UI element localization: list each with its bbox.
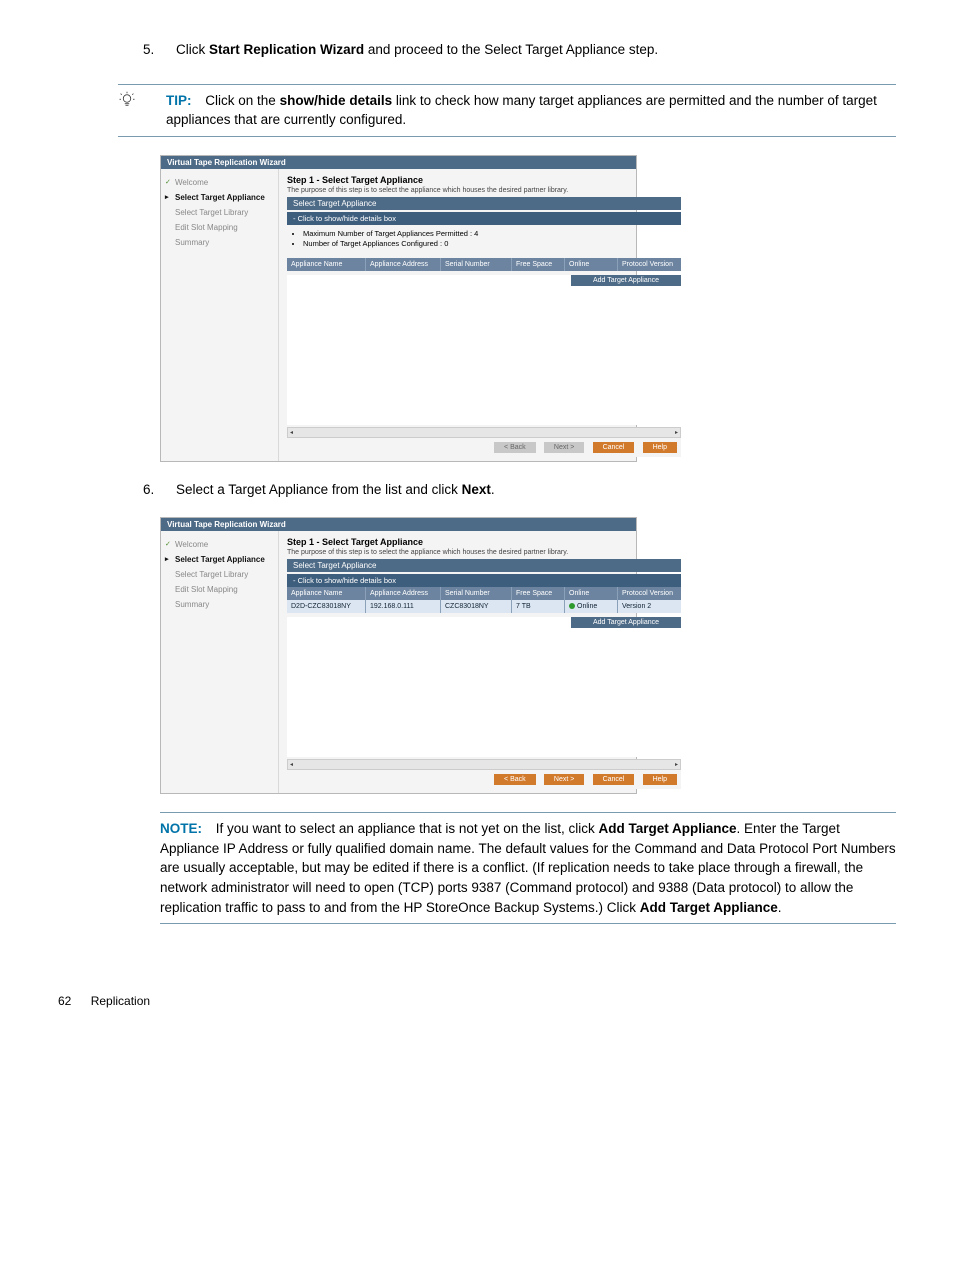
help-button[interactable]: Help — [643, 774, 677, 785]
wizard-title: Virtual Tape Replication Wizard — [161, 518, 636, 531]
cancel-button[interactable]: Cancel — [593, 442, 635, 453]
step5-post: and proceed to the Select Target Applian… — [364, 42, 658, 57]
col-serial: Serial Number — [441, 258, 512, 271]
tip-rule-bottom — [118, 136, 896, 137]
col-protocol: Protocol Version — [618, 258, 681, 271]
add-target-appliance-button[interactable]: Add Target Appliance — [571, 617, 681, 628]
detail-permitted: Maximum Number of Target Appliances Perm… — [303, 229, 681, 240]
col-appliance-name: Appliance Name — [287, 587, 366, 600]
wizard-title: Virtual Tape Replication Wizard — [161, 156, 636, 169]
show-hide-details-link[interactable]: - Click to show/hide details box — [287, 212, 681, 225]
cancel-button[interactable]: Cancel — [593, 774, 635, 785]
page-number: 62 — [58, 994, 71, 1008]
online-status-icon — [569, 603, 575, 609]
col-appliance-address: Appliance Address — [366, 258, 441, 271]
col-online: Online — [565, 587, 618, 600]
page-footer: 62 Replication — [58, 994, 896, 1008]
note-text: NOTE: If you want to select an appliance… — [160, 819, 896, 917]
tip-pre: Click on the — [205, 93, 279, 108]
note-post2: . — [778, 900, 782, 915]
nav-summary[interactable]: Summary — [167, 597, 272, 612]
back-button[interactable]: < Back — [494, 774, 536, 785]
help-button[interactable]: Help — [643, 442, 677, 453]
step5-pre: Click — [176, 42, 209, 57]
nav-select-target-library[interactable]: Select Target Library — [167, 567, 272, 582]
step-5: Click Start Replication Wizard and proce… — [158, 40, 896, 60]
lightbulb-icon — [118, 91, 166, 115]
nav-edit-slot-mapping[interactable]: Edit Slot Mapping — [167, 582, 272, 597]
step5-strong: Start Replication Wizard — [209, 42, 364, 57]
cell-appliance-address: 192.168.0.111 — [366, 600, 441, 613]
section-head: Select Target Appliance — [287, 559, 681, 572]
note-strong2: Add Target Appliance — [640, 900, 778, 915]
cell-online-text: Online — [577, 603, 597, 610]
nav-select-target-appliance[interactable]: Select Target Appliance — [167, 190, 272, 205]
col-serial: Serial Number — [441, 587, 512, 600]
tip-text: TIP: Click on the show/hide details link… — [166, 91, 896, 130]
note-rule-bottom — [160, 923, 896, 924]
note-pre: If you want to select an appliance that … — [216, 821, 599, 836]
note-label: NOTE: — [160, 821, 202, 836]
col-appliance-name: Appliance Name — [287, 258, 366, 271]
step6-strong: Next — [462, 482, 491, 497]
next-button[interactable]: Next > — [544, 774, 584, 785]
scroll-right-icon[interactable]: ▸ — [673, 761, 680, 768]
scroll-left-icon[interactable]: ◂ — [288, 429, 295, 436]
step-6: Select a Target Appliance from the list … — [158, 480, 896, 500]
step6-post: . — [491, 482, 495, 497]
wizard-nav: Welcome Select Target Appliance Select T… — [161, 531, 278, 793]
scroll-right-icon[interactable]: ▸ — [673, 429, 680, 436]
nav-welcome[interactable]: Welcome — [167, 537, 272, 552]
col-free-space: Free Space — [512, 587, 565, 600]
step-subtitle: The purpose of this step is to select th… — [287, 187, 681, 194]
add-target-appliance-button[interactable]: Add Target Appliance — [571, 275, 681, 286]
note-strong1: Add Target Appliance — [598, 821, 736, 836]
cell-free-space: 7 TB — [512, 600, 565, 613]
cell-online: Online — [565, 600, 618, 613]
section-head: Select Target Appliance — [287, 197, 681, 210]
wizard-nav: Welcome Select Target Appliance Select T… — [161, 169, 278, 461]
cell-serial: CZC83018NY — [441, 600, 512, 613]
nav-select-target-library[interactable]: Select Target Library — [167, 205, 272, 220]
table-body-rest: Add Target Appliance — [287, 617, 681, 757]
cell-appliance-name: D2D-CZC83018NY — [287, 600, 366, 613]
col-protocol: Protocol Version — [618, 587, 681, 600]
wizard-2: Virtual Tape Replication Wizard Welcome … — [160, 517, 637, 794]
table-header: Appliance Name Appliance Address Serial … — [287, 587, 681, 600]
step-title: Step 1 - Select Target Appliance — [287, 537, 681, 547]
table-row[interactable]: D2D-CZC83018NY 192.168.0.111 CZC83018NY … — [287, 600, 681, 613]
show-hide-details-link[interactable]: - Click to show/hide details box — [287, 574, 681, 587]
step-subtitle: The purpose of this step is to select th… — [287, 549, 681, 556]
back-button[interactable]: < Back — [494, 442, 536, 453]
col-online: Online — [565, 258, 618, 271]
cell-protocol: Version 2 — [618, 600, 681, 613]
table-header: Appliance Name Appliance Address Serial … — [287, 258, 681, 271]
next-button[interactable]: Next > — [544, 442, 584, 453]
tip-strong: show/hide details — [280, 93, 393, 108]
detail-configured: Number of Target Appliances Configured :… — [303, 239, 681, 250]
note-rule-top — [160, 812, 896, 813]
wizard-1: Virtual Tape Replication Wizard Welcome … — [160, 155, 637, 462]
horizontal-scrollbar[interactable]: ◂▸ — [287, 427, 681, 438]
step6-pre: Select a Target Appliance from the list … — [176, 482, 462, 497]
nav-edit-slot-mapping[interactable]: Edit Slot Mapping — [167, 220, 272, 235]
footer-section: Replication — [91, 994, 150, 1008]
col-appliance-address: Appliance Address — [366, 587, 441, 600]
nav-select-target-appliance[interactable]: Select Target Appliance — [167, 552, 272, 567]
col-free-space: Free Space — [512, 258, 565, 271]
step-title: Step 1 - Select Target Appliance — [287, 175, 681, 185]
nav-summary[interactable]: Summary — [167, 235, 272, 250]
tip-label: TIP: — [166, 93, 192, 108]
nav-welcome[interactable]: Welcome — [167, 175, 272, 190]
table-body-empty: Add Target Appliance — [287, 275, 681, 425]
tip-rule-top — [118, 84, 896, 85]
scroll-left-icon[interactable]: ◂ — [288, 761, 295, 768]
horizontal-scrollbar[interactable]: ◂▸ — [287, 759, 681, 770]
